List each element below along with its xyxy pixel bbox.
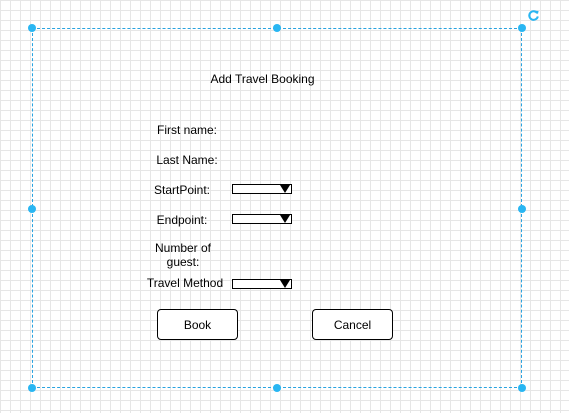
travel-method-label: Travel Method bbox=[146, 276, 224, 290]
resize-handle-bottom[interactable] bbox=[273, 384, 281, 392]
start-point-select[interactable] bbox=[232, 184, 292, 194]
resize-handle-bottom-left[interactable] bbox=[28, 384, 36, 392]
dropdown-arrow-icon bbox=[280, 185, 290, 193]
resize-handle-left[interactable] bbox=[28, 205, 36, 213]
first-name-label: First name: bbox=[156, 123, 217, 137]
last-name-label: Last Name: bbox=[156, 153, 218, 167]
dropdown-arrow-icon bbox=[280, 215, 290, 223]
form-title: Add Travel Booking bbox=[210, 72, 315, 86]
number-of-guest-label: Number of guest: bbox=[154, 241, 212, 269]
endpoint-select[interactable] bbox=[232, 214, 292, 224]
dropdown-arrow-icon bbox=[280, 280, 290, 288]
book-button[interactable]: Book bbox=[157, 309, 238, 340]
rotate-icon[interactable] bbox=[527, 9, 540, 22]
endpoint-label: Endpoint: bbox=[156, 213, 208, 227]
resize-handle-top[interactable] bbox=[273, 24, 281, 32]
travel-method-select[interactable] bbox=[232, 279, 292, 289]
cancel-button[interactable]: Cancel bbox=[312, 309, 393, 340]
resize-handle-right[interactable] bbox=[518, 205, 526, 213]
resize-handle-bottom-right[interactable] bbox=[518, 384, 526, 392]
start-point-label: StartPoint: bbox=[153, 183, 211, 197]
resize-handle-top-right[interactable] bbox=[518, 24, 526, 32]
resize-handle-top-left[interactable] bbox=[28, 24, 36, 32]
